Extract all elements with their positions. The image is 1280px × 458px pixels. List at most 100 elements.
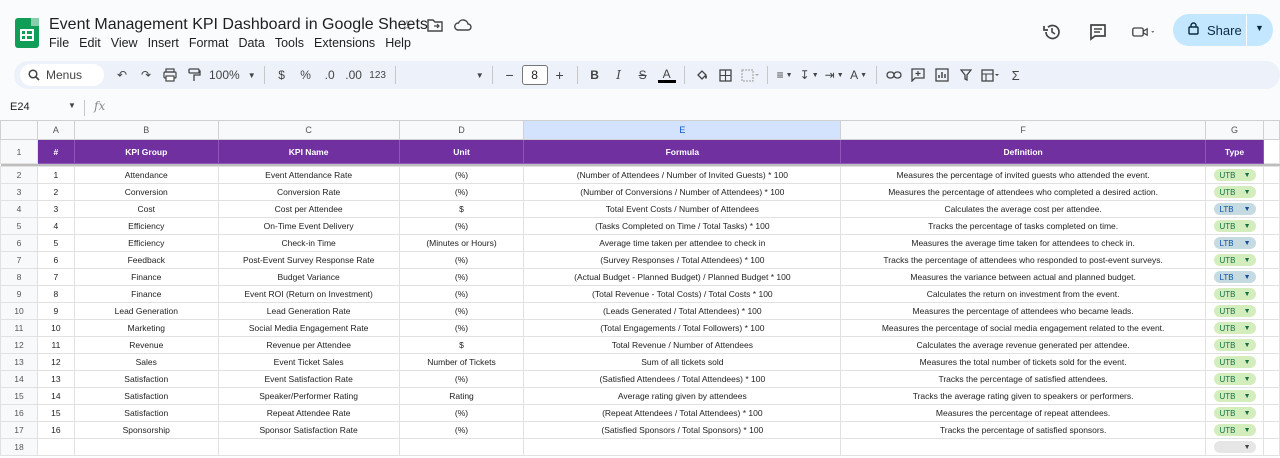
kpi-number-cell[interactable]: 8 (36, 285, 75, 303)
kpi-number-cell[interactable]: 3 (36, 200, 75, 218)
vertical-align-icon[interactable]: ↧ ▼ (800, 64, 819, 86)
borders-icon[interactable] (717, 64, 735, 86)
definition-cell[interactable]: Measures the percentage of attendees who… (840, 183, 1207, 201)
empty-cell[interactable] (840, 438, 1207, 456)
kpi-group-cell[interactable]: Lead Generation (73, 302, 219, 320)
menu-help[interactable]: Help (385, 36, 411, 50)
formula-cell[interactable]: (Satisfied Attendees / Total Attendees) … (523, 370, 842, 388)
formula-cell[interactable]: (Total Revenue - Total Costs) / Total Co… (523, 285, 842, 303)
menu-tools[interactable]: Tools (275, 36, 304, 50)
formula-cell[interactable]: Average rating given by attendees (523, 387, 842, 405)
formula-cell[interactable]: (Total Engagements / Total Followers) * … (523, 319, 842, 337)
formula-cell[interactable]: (Number of Conversions / Number of Atten… (523, 183, 842, 201)
kpi-group-cell[interactable]: Sales (73, 353, 219, 371)
unit-cell[interactable]: Rating (398, 387, 525, 405)
sheets-logo-icon[interactable] (15, 18, 39, 48)
kpi-number-cell[interactable]: 1 (36, 166, 75, 184)
menu-insert[interactable]: Insert (148, 36, 179, 50)
kpi-number-cell[interactable]: 11 (36, 336, 75, 354)
definition-cell[interactable]: Tracks the percentage of satisfied spons… (840, 421, 1207, 439)
empty-cell[interactable] (1262, 234, 1280, 252)
empty-cell[interactable] (1262, 353, 1280, 371)
column-header-h[interactable] (1262, 120, 1280, 140)
formula-cell[interactable]: Average time taken per attendee to check… (523, 234, 842, 252)
kpi-number-cell[interactable]: 16 (36, 421, 75, 439)
kpi-group-cell[interactable]: Cost (73, 200, 219, 218)
kpi-group-cell[interactable]: Efficiency (73, 217, 219, 235)
unit-cell[interactable]: (%) (398, 421, 525, 439)
paint-format-icon[interactable] (185, 64, 203, 86)
type-dropdown-chip[interactable]: LTB ▼ (1213, 203, 1256, 215)
kpi-number-cell[interactable]: 13 (36, 370, 75, 388)
kpi-name-cell[interactable]: Revenue per Attendee (217, 336, 400, 354)
empty-cell[interactable] (398, 438, 525, 456)
definition-cell[interactable]: Measures the percentage of attendees who… (840, 302, 1207, 320)
cell-grid[interactable]: A B C D E F G 1 # KPI Group KPI Name Uni… (0, 120, 1280, 456)
type-cell[interactable]: UTB ▼ (1205, 217, 1264, 235)
undo-icon[interactable]: ↶ (113, 64, 131, 86)
kpi-group-cell[interactable]: Finance (73, 268, 219, 286)
type-cell[interactable]: UTB ▼ (1205, 302, 1264, 320)
type-dropdown-chip[interactable]: UTB ▼ (1213, 169, 1256, 181)
empty-cell[interactable] (1262, 251, 1280, 269)
kpi-group-cell[interactable]: Marketing (73, 319, 219, 337)
text-color-icon[interactable]: A (657, 67, 676, 83)
row-header[interactable]: 2 (0, 166, 38, 184)
row-header[interactable]: 16 (0, 404, 38, 422)
kpi-name-cell[interactable]: Sponsor Satisfaction Rate (217, 421, 400, 439)
column-header-d[interactable]: D (398, 120, 525, 140)
row-header[interactable]: 9 (0, 285, 38, 303)
empty-cell[interactable] (1262, 200, 1280, 218)
row-header[interactable]: 4 (0, 200, 38, 218)
definition-cell[interactable]: Tracks the percentage of satisfied atten… (840, 370, 1207, 388)
kpi-name-cell[interactable]: Cost per Attendee (217, 200, 400, 218)
type-cell[interactable]: UTB ▼ (1205, 251, 1264, 269)
formula-cell[interactable]: Total Revenue / Number of Attendees (523, 336, 842, 354)
type-dropdown-chip[interactable]: UTB ▼ (1213, 254, 1256, 266)
filter-icon[interactable] (957, 64, 975, 86)
unit-cell[interactable]: (Minutes or Hours) (398, 234, 525, 252)
empty-cell[interactable] (1262, 319, 1280, 337)
header-cell-kpi-name[interactable]: KPI Name (217, 139, 400, 164)
kpi-name-cell[interactable]: Repeat Attendee Rate (217, 404, 400, 422)
header-cell-type[interactable]: Type (1205, 139, 1264, 164)
version-history-icon[interactable] (1040, 22, 1064, 42)
font-size-input[interactable]: 8 (521, 65, 548, 85)
select-all-corner[interactable] (0, 120, 38, 140)
kpi-number-cell[interactable]: 4 (36, 217, 75, 235)
definition-cell[interactable]: Tracks the percentage of tasks completed… (840, 217, 1207, 235)
row-header[interactable]: 11 (0, 319, 38, 337)
type-dropdown-chip[interactable]: UTB ▼ (1213, 186, 1256, 198)
formula-cell[interactable]: (Satisfied Sponsors / Total Sponsors) * … (523, 421, 842, 439)
row-header[interactable]: 3 (0, 183, 38, 201)
fill-color-icon[interactable] (693, 64, 711, 86)
definition-cell[interactable]: Measures the total number of tickets sol… (840, 353, 1207, 371)
menu-extensions[interactable]: Extensions (314, 36, 375, 50)
row-header[interactable]: 1 (0, 139, 38, 164)
kpi-name-cell[interactable]: Speaker/Performer Rating (217, 387, 400, 405)
type-cell[interactable]: UTB ▼ (1205, 319, 1264, 337)
insert-link-icon[interactable] (885, 64, 903, 86)
definition-cell[interactable]: Measures the percentage of social media … (840, 319, 1207, 337)
type-dropdown-chip[interactable]: UTB ▼ (1213, 339, 1256, 351)
type-cell[interactable]: LTB ▼ (1205, 234, 1264, 252)
kpi-name-cell[interactable]: Event Attendance Rate (217, 166, 400, 184)
unit-cell[interactable]: (%) (398, 268, 525, 286)
format-percent-button[interactable]: % (297, 64, 315, 86)
kpi-number-cell[interactable]: 5 (36, 234, 75, 252)
kpi-number-cell[interactable]: 2 (36, 183, 75, 201)
font-family-select[interactable]: ▼ (404, 64, 484, 86)
unit-cell[interactable]: (%) (398, 285, 525, 303)
kpi-group-cell[interactable]: Feedback (73, 251, 219, 269)
formula-cell[interactable]: (Leads Generated / Total Attendees) * 10… (523, 302, 842, 320)
type-dropdown-chip[interactable]: UTB ▼ (1213, 407, 1256, 419)
decrease-decimal-button[interactable]: .0 (321, 64, 339, 86)
type-dropdown-chip[interactable]: UTB ▼ (1213, 424, 1256, 436)
definition-cell[interactable]: Tracks the percentage of attendees who r… (840, 251, 1207, 269)
star-icon[interactable]: ☆ (398, 16, 416, 34)
formula-cell[interactable]: (Survey Responses / Total Attendees) * 1… (523, 251, 842, 269)
increase-decimal-button[interactable]: .00 (345, 64, 363, 86)
empty-cell[interactable] (1262, 285, 1280, 303)
menu-data[interactable]: Data (238, 36, 264, 50)
type-dropdown-chip[interactable]: UTB ▼ (1213, 373, 1256, 385)
